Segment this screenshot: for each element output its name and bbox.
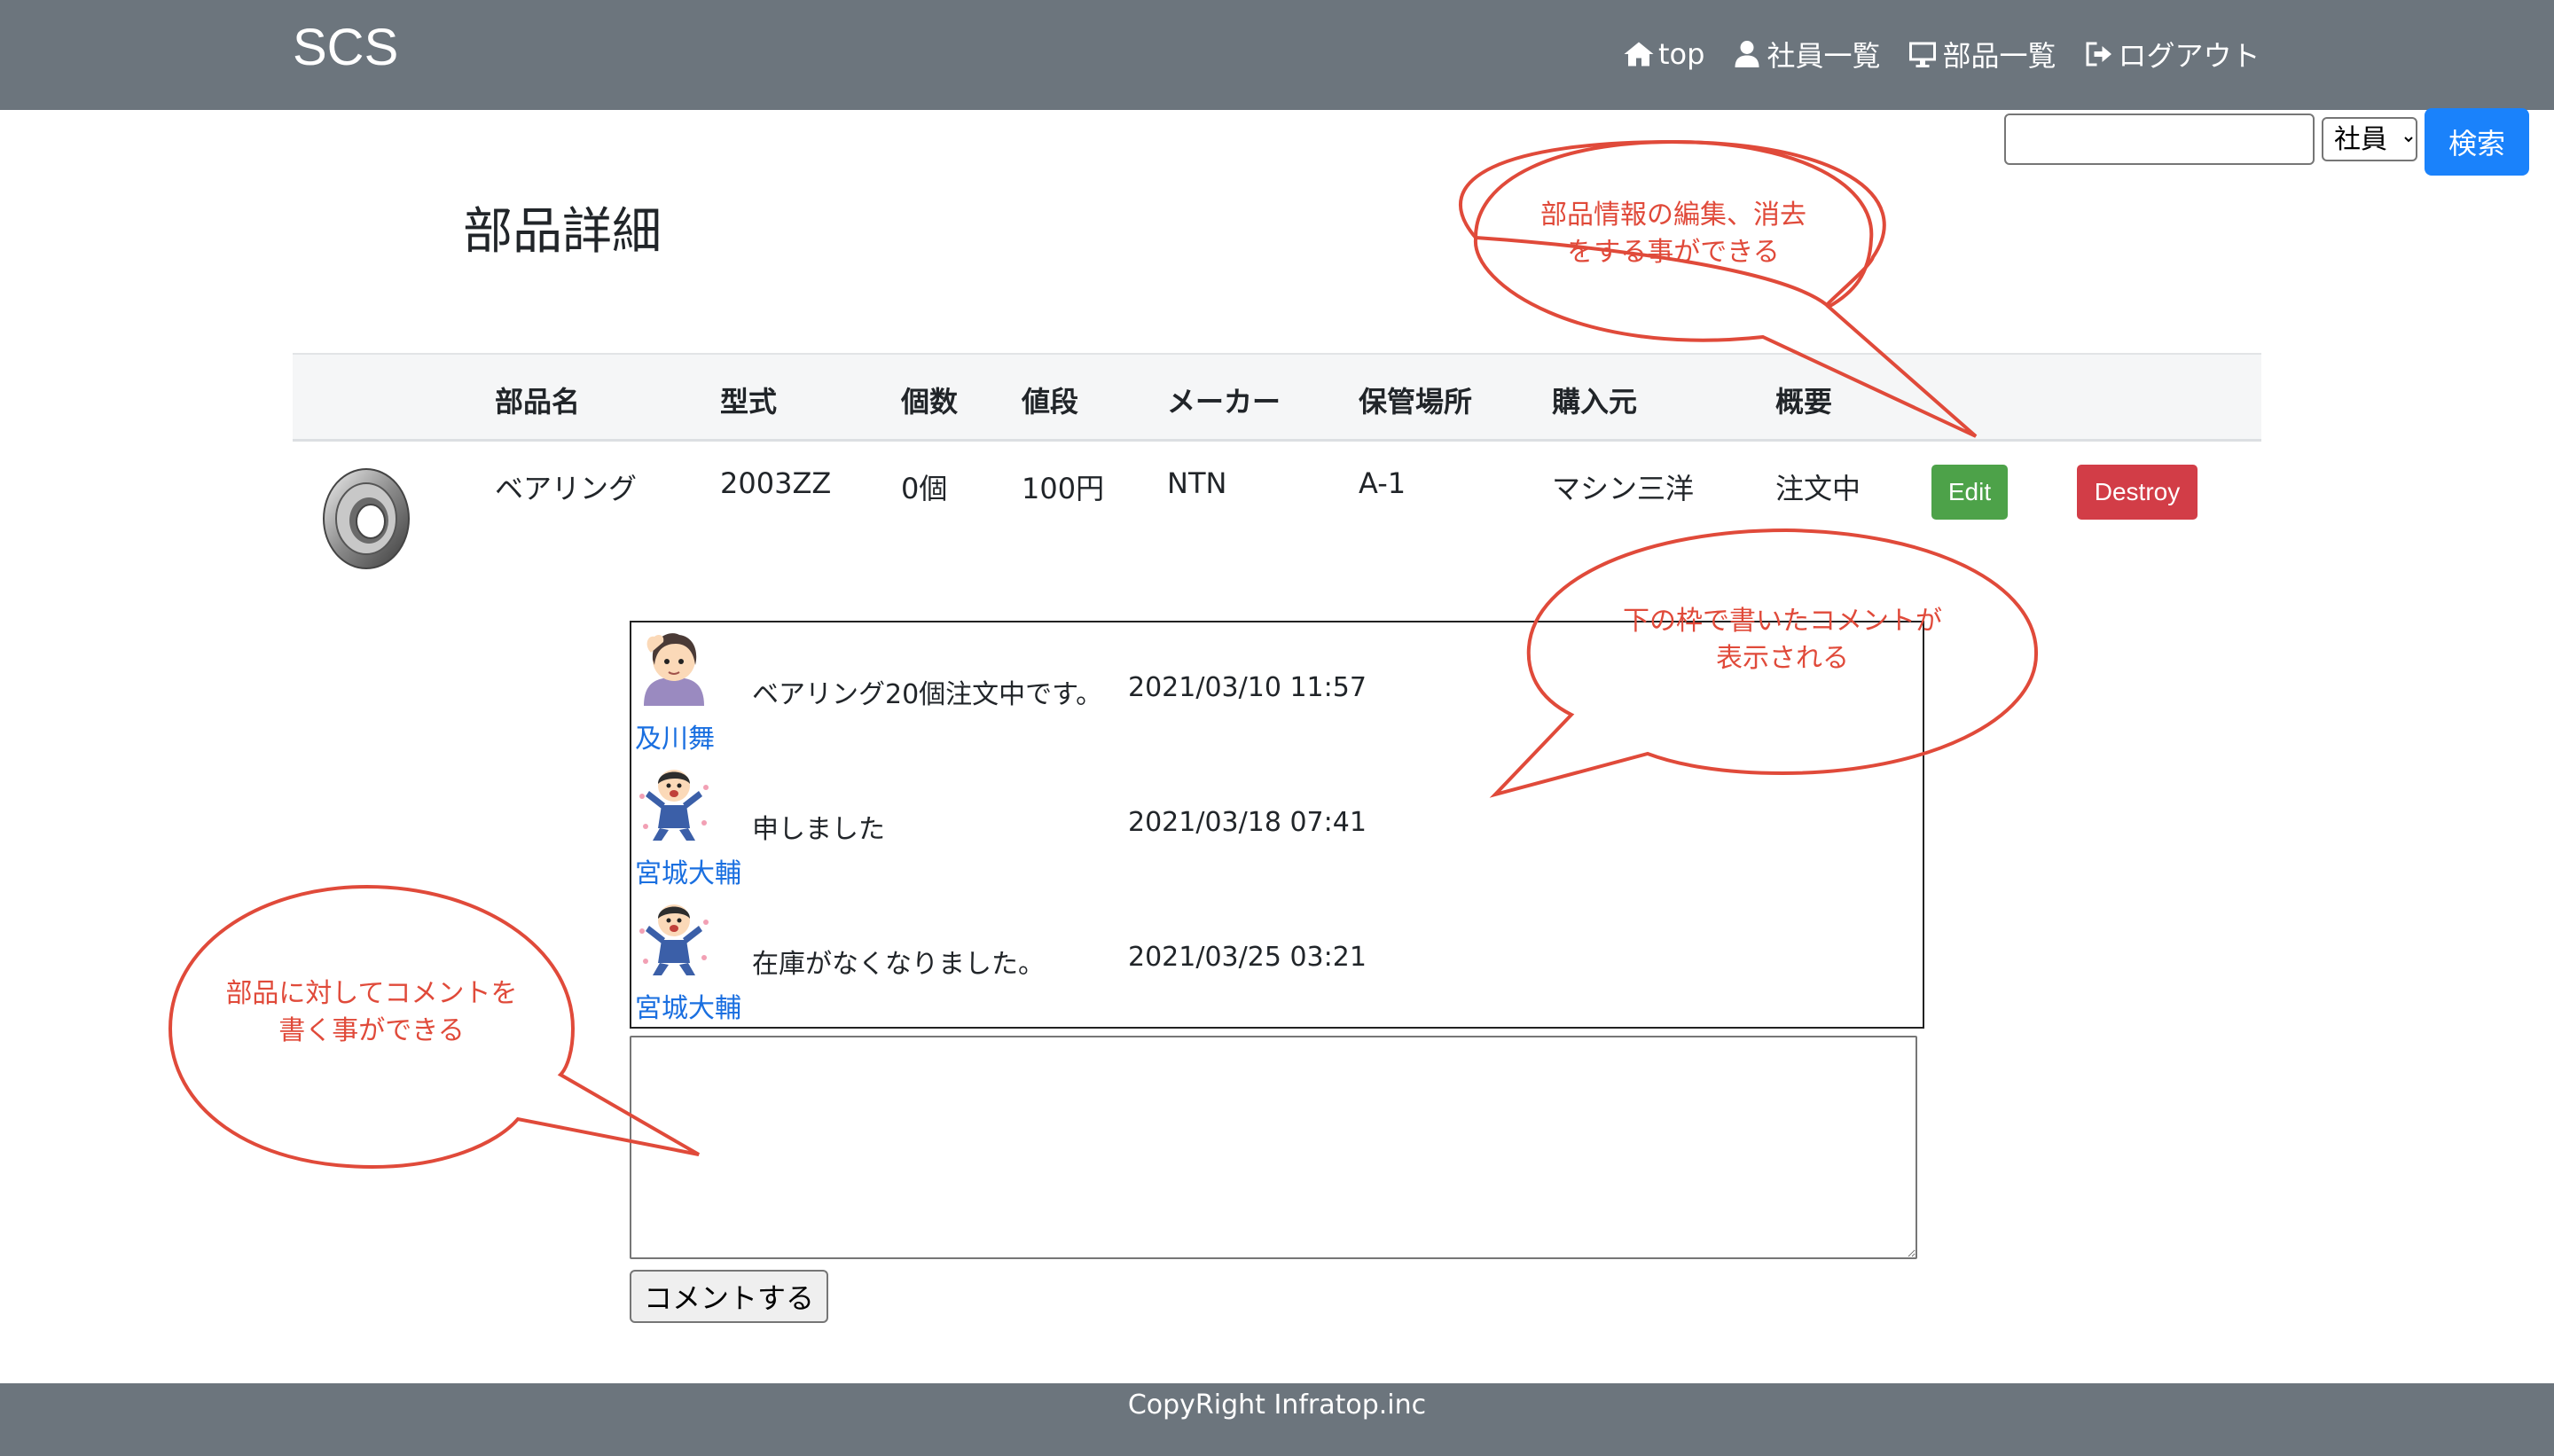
comment-author-link[interactable]: 宮城大輔 bbox=[635, 851, 741, 890]
nav-link-label: 部品一覧 bbox=[1942, 39, 2057, 73]
page-title: 部品詳細 bbox=[463, 203, 662, 261]
nav-link-employees[interactable]: 社員一覧 bbox=[1731, 34, 1880, 74]
edit-button[interactable]: Edit bbox=[1931, 465, 2008, 520]
nav-link-logout[interactable]: ログアウト bbox=[2082, 34, 2260, 74]
table-cell: 注文中 bbox=[1775, 472, 1861, 505]
table-cell: 2003ZZ bbox=[720, 466, 832, 500]
callout-form-text: 部品に対してコメントを 書く事ができる bbox=[190, 975, 553, 1050]
comment-item: 宮城大輔 申しました 2021/03/18 07:41 bbox=[631, 757, 1923, 892]
nav-link-top[interactable]: top bbox=[1623, 34, 1704, 74]
column-header: 型式 bbox=[720, 385, 778, 419]
callout-form-line: 書く事ができる bbox=[278, 1015, 465, 1046]
comment-author-link[interactable]: 及川舞 bbox=[635, 716, 715, 755]
column-header: 部品名 bbox=[495, 385, 581, 419]
footer-copyright: CopyRight Infratop.inc bbox=[1127, 1389, 1427, 1421]
bearing-image bbox=[323, 468, 410, 569]
search-category-select[interactable]: 社員 bbox=[2322, 117, 2417, 161]
destroy-button[interactable]: Destroy bbox=[2077, 465, 2198, 520]
comment-text: 申しました bbox=[752, 814, 885, 845]
callout-comments-line: 表示される bbox=[1716, 643, 1849, 674]
callout-edit-line: をする事ができる bbox=[1567, 237, 1780, 268]
comment-timestamp: 2021/03/18 07:41 bbox=[1128, 807, 1367, 838]
table-cell: 100円 bbox=[1022, 472, 1105, 505]
table-cell: NTN bbox=[1167, 466, 1227, 500]
comment-text: ベアリング20個注文中です。 bbox=[752, 679, 1103, 710]
comment-timestamp: 2021/03/25 03:21 bbox=[1128, 942, 1367, 973]
callout-comments-text: 下の枠で書いたコメントが 表示される bbox=[1596, 603, 1969, 677]
nav-link-label: ログアウト bbox=[2118, 39, 2260, 73]
comment-author-link[interactable]: 宮城大輔 bbox=[635, 986, 741, 1025]
comment-text: 在庫がなくなりました。 bbox=[752, 949, 1045, 980]
comment-item: 宮城大輔 在庫がなくなりました。 2021/03/25 03:21 bbox=[631, 892, 1923, 1027]
column-header: 概要 bbox=[1775, 385, 1833, 419]
callout-form-line: 部品に対してコメントを bbox=[225, 978, 518, 1009]
boy-avatar-icon bbox=[639, 770, 709, 841]
table-cell: A-1 bbox=[1359, 466, 1406, 500]
comment-textarea[interactable] bbox=[630, 1036, 1917, 1259]
callout-edit-text: 部品情報の編集、消去 をする事ができる bbox=[1502, 197, 1845, 271]
brand-logo[interactable]: SCS bbox=[293, 18, 398, 77]
logout-icon bbox=[2086, 42, 2112, 67]
nav-links: top 社員一覧 部品一覧 ログアウト bbox=[1623, 34, 2260, 74]
table-cell: ベアリング bbox=[495, 472, 638, 505]
column-header: 保管場所 bbox=[1359, 385, 1473, 419]
monitor-icon bbox=[1909, 42, 1937, 67]
callout-comments-line: 下の枠で書いたコメントが bbox=[1623, 606, 1942, 637]
column-header: 値段 bbox=[1022, 385, 1079, 419]
search-button[interactable]: 検索 bbox=[2425, 108, 2529, 176]
home-icon bbox=[1624, 42, 1654, 67]
callout-edit-line: 部品情報の編集、消去 bbox=[1540, 200, 1806, 231]
nav-link-label: 社員一覧 bbox=[1767, 39, 1881, 73]
woman-avatar-icon bbox=[644, 633, 704, 706]
column-header: メーカー bbox=[1167, 385, 1281, 419]
comments-list: 及川舞 ベアリング20個注文中です。 2021/03/10 11:57 宮城大輔… bbox=[630, 621, 1924, 1029]
nav-link-parts[interactable]: 部品一覧 bbox=[1907, 34, 2056, 74]
user-icon bbox=[1735, 41, 1759, 67]
table-cell: 0個 bbox=[901, 472, 948, 505]
comment-submit-button[interactable]: コメントする bbox=[630, 1270, 828, 1323]
table-cell: マシン三洋 bbox=[1552, 472, 1695, 505]
nav-link-label: top bbox=[1658, 37, 1705, 71]
boy-avatar-icon bbox=[639, 904, 709, 975]
comment-timestamp: 2021/03/10 11:57 bbox=[1128, 672, 1367, 703]
column-header: 個数 bbox=[901, 385, 959, 419]
search-input[interactable] bbox=[2004, 114, 2315, 165]
column-header: 購入元 bbox=[1552, 385, 1638, 419]
